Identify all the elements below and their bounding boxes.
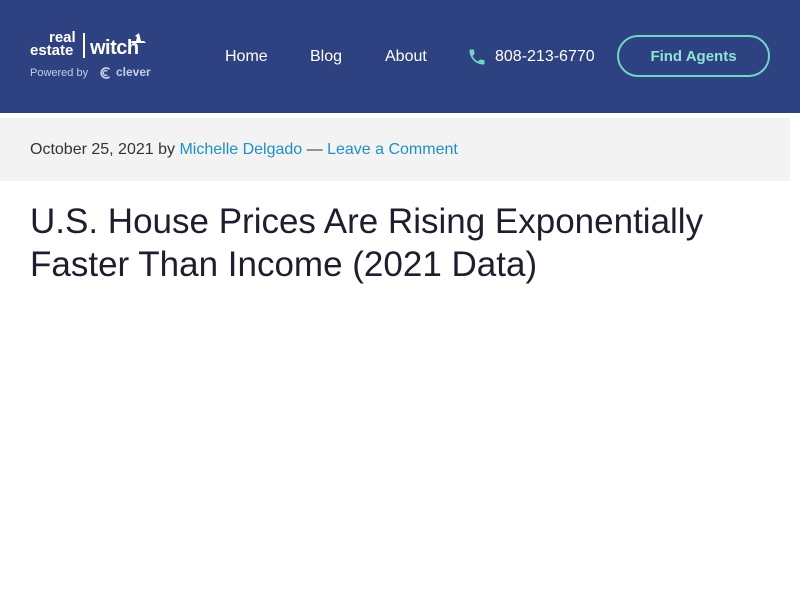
post-meta: October 25, 2021 by Michelle Delgado — L…	[30, 140, 458, 160]
phone-number: 808-213-6770	[495, 48, 595, 65]
logo-text-estate: estate	[30, 42, 74, 59]
phone-link[interactable]: 808-213-6770	[467, 47, 595, 67]
post-date: October 25, 2021	[30, 141, 154, 158]
nav-home-link[interactable]: Home	[225, 47, 268, 67]
article-title: U.S. House Prices Are Rising Exponential…	[30, 202, 704, 284]
logo-divider	[83, 33, 85, 58]
site-logo[interactable]: real estate witch Powered by clever	[30, 30, 151, 82]
leave-comment-link[interactable]: Leave a Comment	[327, 141, 458, 158]
post-by-label: by	[158, 141, 175, 158]
witch-hat-icon	[130, 33, 146, 43]
nav-about-link[interactable]: About	[385, 47, 427, 67]
clever-brand-text: clever	[116, 65, 151, 79]
find-agents-button[interactable]: Find Agents	[617, 35, 770, 77]
meta-separator: —	[306, 141, 323, 158]
nav-blog-link[interactable]: Blog	[310, 47, 342, 67]
phone-icon	[469, 49, 485, 65]
author-link[interactable]: Michelle Delgado	[179, 141, 302, 158]
site-header: real estate witch Powered by clever Home…	[0, 0, 800, 113]
powered-by-label: Powered by	[30, 67, 89, 79]
clever-logo-icon	[100, 67, 111, 79]
